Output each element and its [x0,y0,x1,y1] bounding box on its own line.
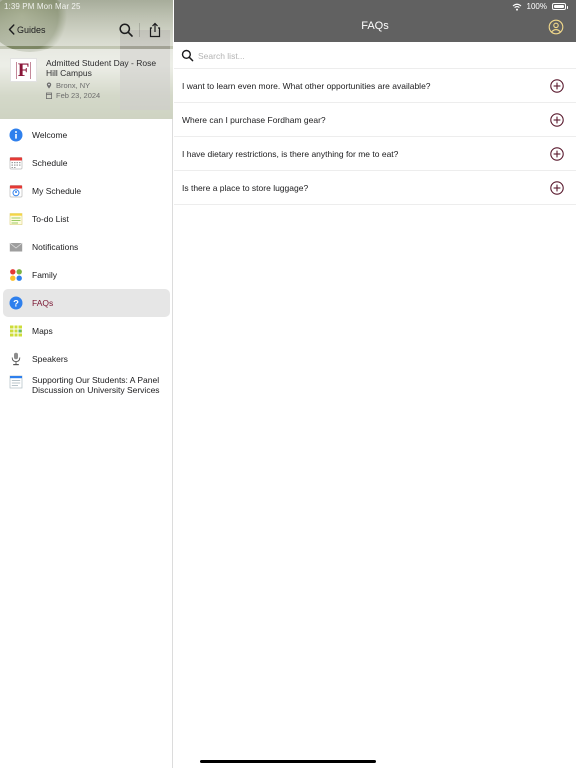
search-icon [181,49,194,62]
fordham-logo: F [10,58,37,82]
sidebar-item-todo-list[interactable]: To-do List [3,205,170,233]
sidebar: Guides F Admitted Student Day - Rose Hil… [0,0,173,768]
battery-level [554,5,564,8]
search-icon[interactable] [118,22,134,38]
calendar-small-icon [46,92,52,99]
sidebar-item-label: Notifications [32,242,79,252]
sidebar-item-speakers[interactable]: Speakers [3,345,170,373]
battery-percent: 100% [526,2,547,11]
faq-question: I have dietary restrictions, is there an… [182,148,399,159]
speaker-icon [9,352,23,366]
sidebar-item-supporting-our-students[interactable]: Supporting Our Students: A Panel Discuss… [3,373,170,409]
event-location-text: Bronx, NY [56,81,91,90]
battery-icon [552,3,568,10]
header-divider [139,23,140,37]
sidebar-nav: Welcome Schedule My Schedule To-do List … [0,121,173,409]
back-button[interactable]: Guides [8,24,46,35]
expand-plus-icon[interactable] [550,79,564,93]
main-content: FAQs I want to learn even more. What oth… [174,0,576,768]
status-indicators: 100% [512,2,568,11]
sidebar-item-family[interactable]: Family [3,261,170,289]
faq-item[interactable]: I have dietary restrictions, is there an… [174,137,576,171]
sidebar-item-schedule[interactable]: Schedule [3,149,170,177]
event-date-text: Feb 23, 2024 [56,91,101,100]
family-icon [9,268,23,282]
calendar-icon [9,156,23,170]
question-icon: ? [9,296,23,310]
faq-item[interactable]: Is there a place to store luggage? [174,171,576,205]
sidebar-item-label: Speakers [32,354,68,364]
sidebar-item-notifications[interactable]: Notifications [3,233,170,261]
home-indicator[interactable] [200,760,376,763]
search-input[interactable] [198,47,558,64]
event-location: Bronx, NY [46,81,90,90]
location-pin-icon [46,82,52,89]
envelope-icon [9,240,23,254]
sidebar-item-faqs[interactable]: ? FAQs [3,289,170,317]
search-bar [174,42,576,69]
sidebar-item-label: To-do List [32,214,69,224]
svg-text:?: ? [13,298,19,309]
faq-question: Where can I purchase Fordham gear? [182,114,326,125]
faq-question: I want to learn even more. What other op… [182,80,431,91]
expand-plus-icon[interactable] [550,147,564,161]
status-time: 1:39 PM Mon Mar 25 [4,2,81,11]
chevron-left-icon [8,24,15,35]
sidebar-item-label: Maps [32,326,53,336]
sidebar-item-label: Family [32,270,58,280]
event-date: Feb 23, 2024 [46,91,100,100]
faq-item[interactable]: I want to learn even more. What other op… [174,69,576,103]
event-title: Admitted Student Day - Rose Hill Campus [46,58,157,78]
faq-item[interactable]: Where can I purchase Fordham gear? [174,103,576,137]
sidebar-item-maps[interactable]: Maps [3,317,170,345]
sidebar-item-label: My Schedule [32,186,82,196]
logo-letter: F [15,59,31,81]
my-schedule-icon [9,184,23,198]
info-icon [9,128,23,142]
sidebar-item-label: Supporting Our Students: A Panel Discuss… [32,375,160,395]
back-label: Guides [17,24,46,35]
document-icon [9,375,23,389]
share-icon[interactable] [147,22,163,38]
sidebar-item-label: FAQs [32,298,54,308]
todo-list-icon [9,212,23,226]
sidebar-item-label: Welcome [32,130,68,140]
faq-question: Is there a place to store luggage? [182,182,309,193]
sidebar-item-my-schedule[interactable]: My Schedule [3,177,170,205]
expand-plus-icon[interactable] [550,181,564,195]
page-title: FAQs [361,20,389,32]
profile-icon[interactable] [548,19,564,35]
expand-plus-icon[interactable] [550,113,564,127]
wifi-icon [512,3,521,11]
map-icon [9,324,23,338]
faq-list: I want to learn even more. What other op… [174,69,576,205]
sidebar-item-welcome[interactable]: Welcome [3,121,170,149]
sidebar-item-label: Schedule [32,158,68,168]
